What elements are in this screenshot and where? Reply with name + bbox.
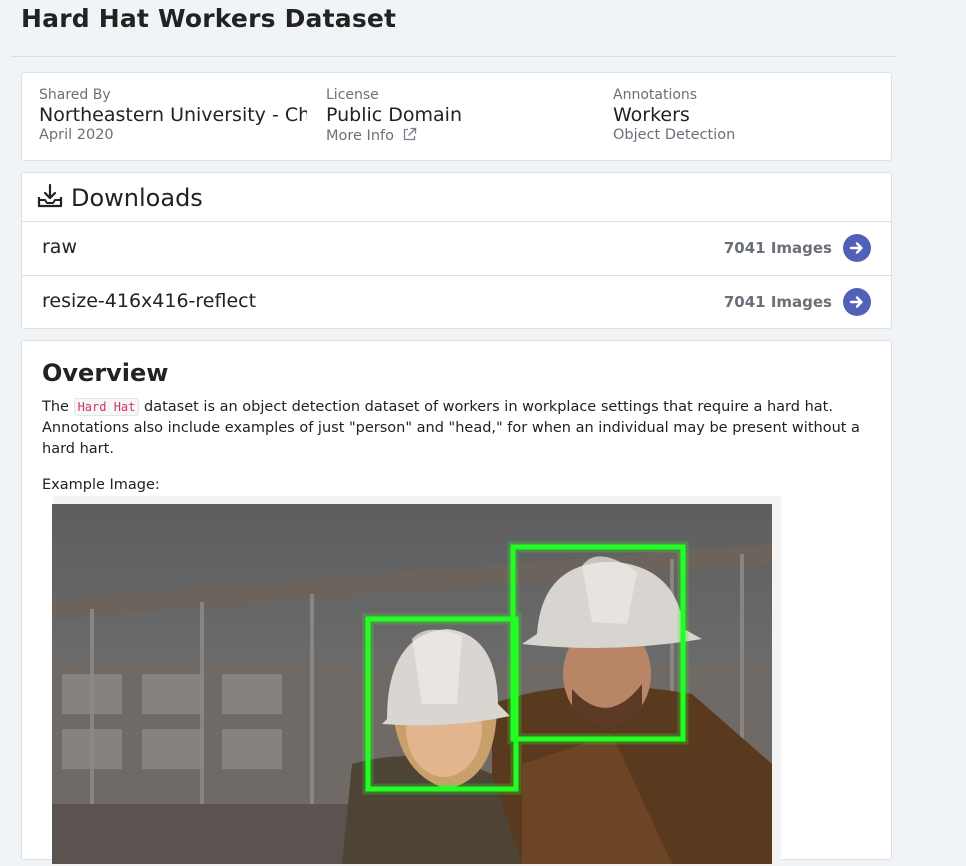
shared-date: April 2020 bbox=[39, 127, 114, 143]
download-tray-icon bbox=[36, 183, 64, 213]
annotation-type: Object Detection bbox=[613, 127, 736, 143]
arrow-right-circle-icon[interactable] bbox=[843, 234, 871, 262]
downloads-title: Downloads bbox=[71, 184, 203, 212]
dataset-info-card: Shared By Northeastern University - Ch A… bbox=[21, 72, 892, 161]
description-prefix: The bbox=[42, 399, 69, 415]
overview-description: The Hard Hat dataset is an object detect… bbox=[42, 397, 862, 460]
description-body: dataset is an object detection dataset o… bbox=[42, 399, 860, 457]
shared-by-section: Shared By Northeastern University - Ch A… bbox=[39, 87, 307, 143]
downloads-card: Downloads raw 7041 Images resize-416x416… bbox=[21, 172, 892, 329]
example-image bbox=[52, 504, 772, 864]
download-name: resize-416x416-reflect bbox=[42, 290, 257, 312]
license-value: Public Domain bbox=[326, 104, 462, 126]
annotations-label: Annotations bbox=[613, 87, 698, 103]
more-info-link[interactable]: More Info bbox=[326, 127, 462, 146]
overview-card: Overview The Hard Hat dataset is an obje… bbox=[21, 340, 892, 866]
external-link-icon bbox=[402, 127, 417, 146]
title-divider bbox=[11, 56, 895, 57]
annotations-section: Annotations Workers Object Detection bbox=[613, 87, 735, 143]
more-info-label: More Info bbox=[326, 128, 394, 144]
page-title: Hard Hat Workers Dataset bbox=[21, 4, 397, 33]
download-row-resize[interactable]: resize-416x416-reflect 7041 Images bbox=[22, 275, 891, 329]
image-count: 7041 Images bbox=[723, 293, 832, 311]
overview-title: Overview bbox=[42, 359, 169, 387]
dataset-code-tag: Hard Hat bbox=[73, 398, 140, 416]
license-section: License Public Domain More Info bbox=[326, 87, 462, 146]
download-name: raw bbox=[42, 236, 77, 258]
example-image-label: Example Image: bbox=[42, 477, 160, 493]
download-row-raw[interactable]: raw 7041 Images bbox=[22, 221, 891, 275]
arrow-right-circle-icon[interactable] bbox=[843, 288, 871, 316]
image-count: 7041 Images bbox=[723, 239, 832, 257]
license-label: License bbox=[326, 87, 379, 103]
downloads-header: Downloads bbox=[36, 183, 203, 213]
annotations-value: Workers bbox=[613, 104, 690, 126]
shared-by-value: Northeastern University - Ch bbox=[39, 104, 307, 126]
shared-by-label: Shared By bbox=[39, 87, 111, 103]
